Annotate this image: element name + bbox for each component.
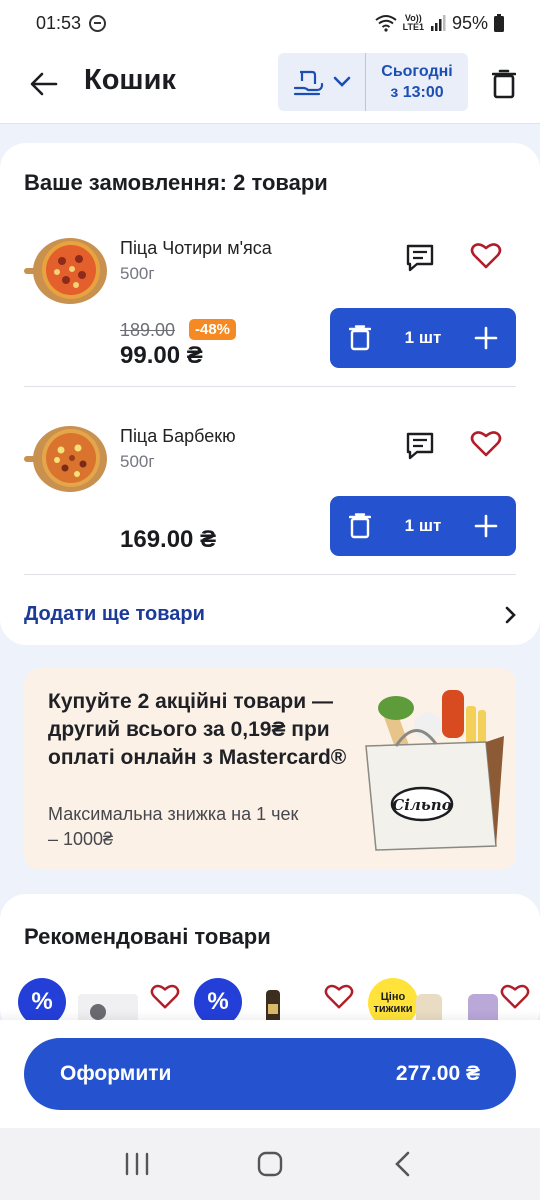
wifi-icon	[375, 15, 397, 32]
back-button[interactable]	[26, 66, 62, 102]
discount-percent-badge: %	[194, 978, 242, 1026]
pizza-image	[24, 238, 107, 304]
home-icon	[257, 1151, 283, 1177]
delivery-hour: з 13:00	[390, 84, 444, 101]
item-weight: 500г	[120, 452, 155, 471]
trash-icon	[349, 325, 371, 351]
checkout-total: 277.00 ₴	[395, 1062, 480, 1085]
order-card: Ваше замовлення: 2 товари Піца Чотири м'…	[0, 143, 540, 645]
delivery-hand-icon	[293, 70, 323, 96]
increase-quantity-button[interactable]	[456, 496, 516, 556]
volte-bottom: LTE1	[402, 22, 424, 32]
checkout-label: Оформити	[60, 1062, 172, 1085]
trash-icon	[492, 69, 516, 99]
cart-item: Піца Барбекю 500г 169.00 ₴ 1 шт	[0, 423, 540, 611]
status-indicators: Vo)) LTE1 95%	[375, 13, 504, 34]
promo-title: Купуйте 2 акційні товари — другий всього…	[48, 690, 347, 769]
old-price: 189.00	[120, 320, 176, 340]
battery-percent: 95%	[451, 12, 488, 33]
quantity-value: 1 шт	[404, 516, 442, 535]
item-weight: 500г	[120, 264, 155, 283]
plus-icon	[474, 514, 498, 538]
cart-item: Піца Чотири м'яса 500г 189.00 -48% 99.00…	[0, 235, 540, 423]
comment-icon[interactable]	[404, 431, 436, 461]
item-price: 99.00 ₴	[120, 342, 203, 369]
app-header: Кошик Сьогодні з 13:00	[0, 46, 540, 124]
add-more-products-link[interactable]: Додати ще товари	[24, 603, 205, 626]
favorite-heart-icon[interactable]	[470, 429, 502, 457]
clear-cart-button[interactable]	[488, 66, 520, 102]
favorite-heart-icon[interactable]	[150, 982, 180, 1010]
item-divider	[24, 574, 516, 575]
status-time: 01:53	[36, 12, 82, 33]
favorite-heart-icon[interactable]	[324, 982, 354, 1010]
delivery-type[interactable]	[278, 53, 366, 111]
recent-apps-button[interactable]	[107, 1134, 167, 1194]
arrow-left-icon	[30, 72, 58, 96]
pizza-image	[24, 426, 107, 492]
do-not-disturb-icon	[89, 14, 107, 32]
delivery-day: Сьогодні	[381, 63, 453, 80]
checkout-bar: Оформити 277.00 ₴	[0, 1020, 540, 1128]
item-price: 169.00 ₴	[120, 526, 217, 553]
discount-percent-badge: %	[18, 978, 66, 1026]
remove-item-button[interactable]	[330, 308, 390, 368]
system-back-button[interactable]	[373, 1134, 433, 1194]
quantity-stepper: 1 шт	[330, 496, 516, 556]
page-title: Кошик	[84, 64, 176, 96]
plus-icon	[474, 326, 498, 350]
grocery-bag-image: Сільпо	[365, 690, 504, 851]
trash-icon	[349, 513, 371, 539]
checkout-button[interactable]: Оформити 277.00 ₴	[24, 1038, 516, 1110]
chevron-right-icon[interactable]	[503, 605, 519, 625]
home-button[interactable]	[240, 1134, 300, 1194]
comment-icon[interactable]	[404, 243, 436, 273]
bag-brand: Сільпо	[392, 796, 451, 814]
recommended-title: Рекомендовані товари	[24, 924, 271, 949]
quantity-stepper: 1 шт	[330, 308, 516, 368]
discount-badge: -48%	[189, 319, 237, 340]
recent-apps-icon	[125, 1152, 148, 1176]
battery-icon	[494, 14, 504, 32]
delivery-selector[interactable]: Сьогодні з 13:00	[278, 53, 468, 111]
order-title: Ваше замовлення: 2 товари	[24, 170, 328, 195]
volte-label: Vo)) LTE1	[403, 14, 424, 32]
chevron-down-icon	[333, 76, 350, 87]
delivery-time[interactable]: Сьогодні з 13:00	[366, 61, 468, 103]
signal-icon	[430, 15, 446, 31]
increase-quantity-button[interactable]	[456, 308, 516, 368]
favorite-heart-icon[interactable]	[500, 982, 530, 1010]
status-bar: 01:53 Vo)) LTE1 95%	[0, 0, 540, 46]
chevron-left-icon	[395, 1151, 410, 1177]
quantity-value: 1 шт	[404, 328, 442, 347]
favorite-heart-icon[interactable]	[470, 241, 502, 269]
system-navigation-bar	[0, 1128, 540, 1200]
item-divider	[24, 386, 516, 387]
promo-subtitle: Максимальна знижка на 1 чек – 1000₴	[48, 804, 299, 849]
promo-banner[interactable]: Купуйте 2 акційні товари — другий всього…	[24, 668, 516, 870]
item-name[interactable]: Піца Барбекю	[120, 426, 236, 447]
remove-item-button[interactable]	[330, 496, 390, 556]
recommended-section: Рекомендовані товари % % Ціно тижики	[0, 894, 540, 1034]
item-name[interactable]: Піца Чотири м'яса	[120, 238, 272, 259]
